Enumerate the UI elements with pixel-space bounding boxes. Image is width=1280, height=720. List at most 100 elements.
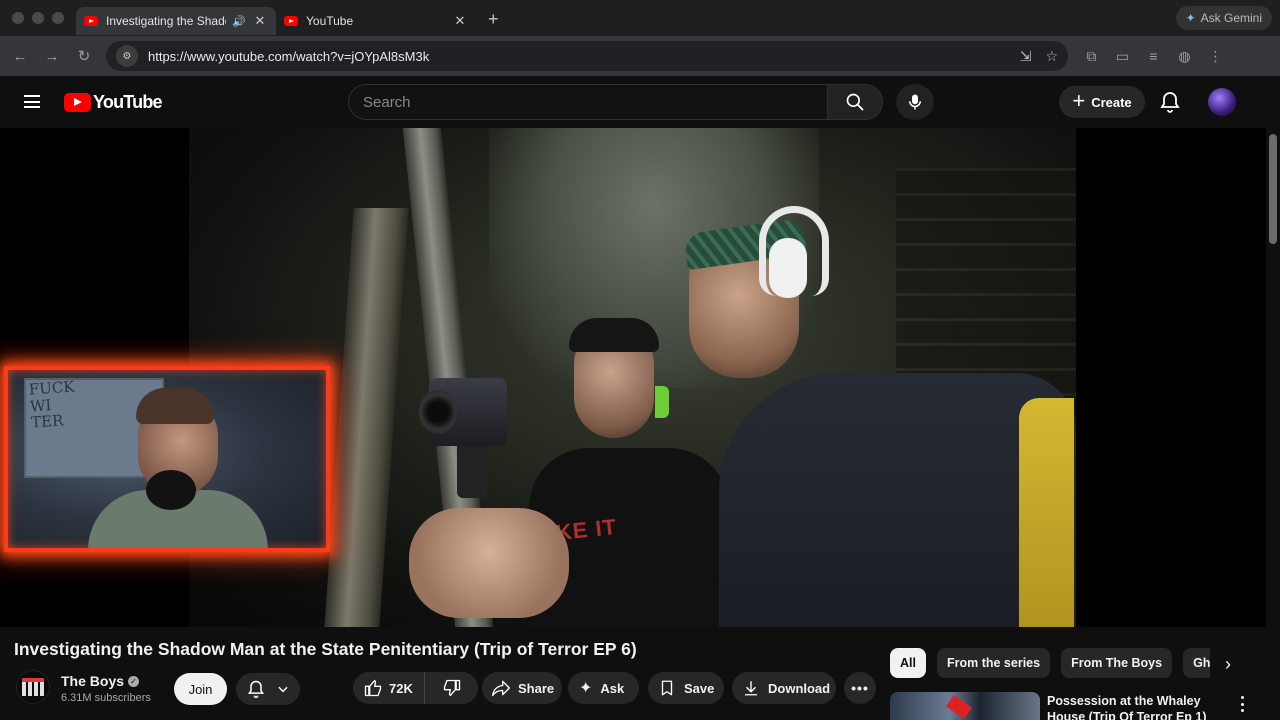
- microphone-icon: [909, 94, 921, 110]
- profile-icon[interactable]: ◍: [1169, 48, 1200, 65]
- recommended-video-title[interactable]: Possession at the Whaley House (Trip Of …: [1047, 693, 1227, 720]
- audio-playing-icon[interactable]: 🔊: [232, 15, 246, 28]
- headphone-cup: [769, 238, 807, 298]
- whiteboard-text: FUCK WI TER: [28, 377, 76, 432]
- like-count: 72K: [389, 680, 413, 696]
- back-arrow-icon[interactable]: ←: [4, 48, 36, 65]
- voice-search-button[interactable]: [896, 84, 934, 120]
- close-tab-icon[interactable]: ✕: [252, 13, 268, 29]
- more-actions-button[interactable]: •••: [844, 672, 876, 704]
- youtube-header: YouTube + Create: [0, 76, 1280, 128]
- search-input[interactable]: [363, 93, 827, 111]
- more-vertical-icon[interactable]: ⋮: [1200, 48, 1231, 65]
- forward-arrow-icon[interactable]: →: [36, 48, 68, 65]
- facecam-overlay: FUCK WI TER: [4, 366, 330, 552]
- youtube-favicon-icon: [284, 16, 298, 26]
- notifications-bell-icon[interactable]: [1158, 90, 1182, 114]
- youtube-logo[interactable]: YouTube: [64, 92, 163, 113]
- ask-button[interactable]: ✦ Ask: [568, 672, 639, 704]
- browser-tab-active[interactable]: Investigating the Shadow 🔊 ✕: [76, 7, 276, 35]
- more-vertical-icon[interactable]: [1236, 696, 1248, 712]
- url-text[interactable]: https://www.youtube.com/watch?v=jOYpAl8s…: [148, 49, 1006, 64]
- youtube-logo-icon: [64, 93, 91, 112]
- reload-icon[interactable]: ↻: [68, 47, 100, 65]
- close-window-button[interactable]: [12, 12, 24, 24]
- maximize-window-button[interactable]: [52, 12, 64, 24]
- cap: [569, 318, 659, 352]
- channel-name-text[interactable]: The Boys: [61, 673, 124, 689]
- minimize-window-button[interactable]: [32, 12, 44, 24]
- save-label: Save: [684, 680, 715, 696]
- thumbs-up-icon: [364, 679, 382, 697]
- dislike-button[interactable]: [425, 672, 478, 704]
- page-scrollbar[interactable]: [1266, 128, 1280, 720]
- media-control-icon[interactable]: ≡: [1138, 48, 1169, 64]
- address-bar[interactable]: ⚙ https://www.youtube.com/watch?v=jOYpAl…: [106, 41, 1068, 71]
- camera-lens: [419, 390, 457, 434]
- menu-icon[interactable]: [24, 95, 40, 108]
- ask-gemini-button[interactable]: ✦ Ask Gemini: [1175, 6, 1272, 30]
- video-scene-pipe: [324, 208, 409, 627]
- youtube-favicon-icon: [84, 16, 98, 26]
- close-tab-icon[interactable]: ✕: [452, 13, 468, 29]
- channel-avatar[interactable]: [16, 670, 50, 704]
- subscription-bell-button[interactable]: [236, 673, 300, 705]
- save-button[interactable]: Save: [648, 672, 724, 704]
- user-avatar[interactable]: [1208, 88, 1236, 116]
- filter-chips: All From the series From The Boys Ghos: [890, 648, 1210, 678]
- like-button[interactable]: 72K: [353, 672, 425, 704]
- shirt-stripe: [1019, 398, 1074, 627]
- youtube-logo-text: YouTube: [93, 92, 163, 112]
- browser-tab-bar: Investigating the Shadow 🔊 ✕ YouTube ✕ +…: [0, 0, 1280, 36]
- hand: [409, 508, 569, 618]
- recommended-video-thumbnail[interactable]: [890, 692, 1040, 720]
- chip-ghost[interactable]: Ghos: [1183, 648, 1210, 678]
- tab-title: YouTube: [306, 14, 354, 28]
- share-button[interactable]: Share: [482, 672, 562, 704]
- channel-logo-icon: [22, 678, 44, 696]
- install-app-icon[interactable]: ⇲: [1020, 48, 1032, 65]
- ask-label: Ask: [600, 680, 625, 696]
- search-button[interactable]: [827, 84, 883, 120]
- puzzle-icon[interactable]: ⧉: [1076, 48, 1107, 65]
- browser-toolbar: ← → ↻ ⚙ https://www.youtube.com/watch?v=…: [0, 36, 1280, 76]
- sparkle-icon: ✦: [579, 680, 593, 697]
- video-player[interactable]: AKE IT FUCK WI TER: [0, 128, 1266, 627]
- search-box: [348, 84, 828, 120]
- headset-icon: [146, 470, 196, 510]
- channel-name[interactable]: The Boys ✓: [61, 673, 140, 689]
- like-dislike-group: 72K: [353, 672, 478, 704]
- cast-icon[interactable]: ▭: [1107, 48, 1138, 65]
- more-horizontal-icon: •••: [851, 680, 869, 696]
- new-tab-icon[interactable]: +: [488, 9, 499, 30]
- chevron-down-icon: [278, 686, 288, 693]
- thermal-camera: [419, 378, 509, 498]
- create-label: Create: [1091, 94, 1132, 110]
- subscriber-count: 6.31M subscribers: [61, 692, 151, 704]
- bookmark-icon: [661, 680, 673, 696]
- create-button[interactable]: + Create: [1059, 86, 1145, 118]
- join-button[interactable]: Join: [174, 673, 227, 705]
- video-person-headphones: [683, 198, 1076, 627]
- share-arrow-icon: [492, 680, 510, 697]
- video-title: Investigating the Shadow Man at the Stat…: [14, 639, 637, 659]
- gemini-spark-icon: ✦: [1185, 11, 1196, 25]
- chevron-right-icon[interactable]: ›: [1216, 652, 1240, 676]
- camera-grip: [457, 438, 487, 498]
- chip-from-the-series[interactable]: From the series: [936, 648, 1051, 678]
- site-settings-icon[interactable]: ⚙: [116, 45, 138, 67]
- browser-tab-youtube[interactable]: YouTube ✕: [276, 7, 476, 35]
- bookmark-star-icon[interactable]: ☆: [1045, 48, 1058, 65]
- search-icon: [846, 93, 864, 111]
- chip-from-the-boys[interactable]: From The Boys: [1061, 648, 1173, 678]
- thumbs-down-icon: [443, 679, 460, 697]
- download-icon: [745, 681, 757, 696]
- download-label: Download: [768, 680, 831, 696]
- download-button[interactable]: Download: [732, 672, 836, 704]
- ask-gemini-label: Ask Gemini: [1200, 11, 1262, 25]
- bell-icon: [247, 680, 265, 699]
- scrollbar-thumb[interactable]: [1269, 134, 1277, 244]
- verified-check-icon: ✓: [128, 675, 140, 687]
- facecam-hair: [136, 388, 214, 424]
- chip-all[interactable]: All: [890, 648, 926, 678]
